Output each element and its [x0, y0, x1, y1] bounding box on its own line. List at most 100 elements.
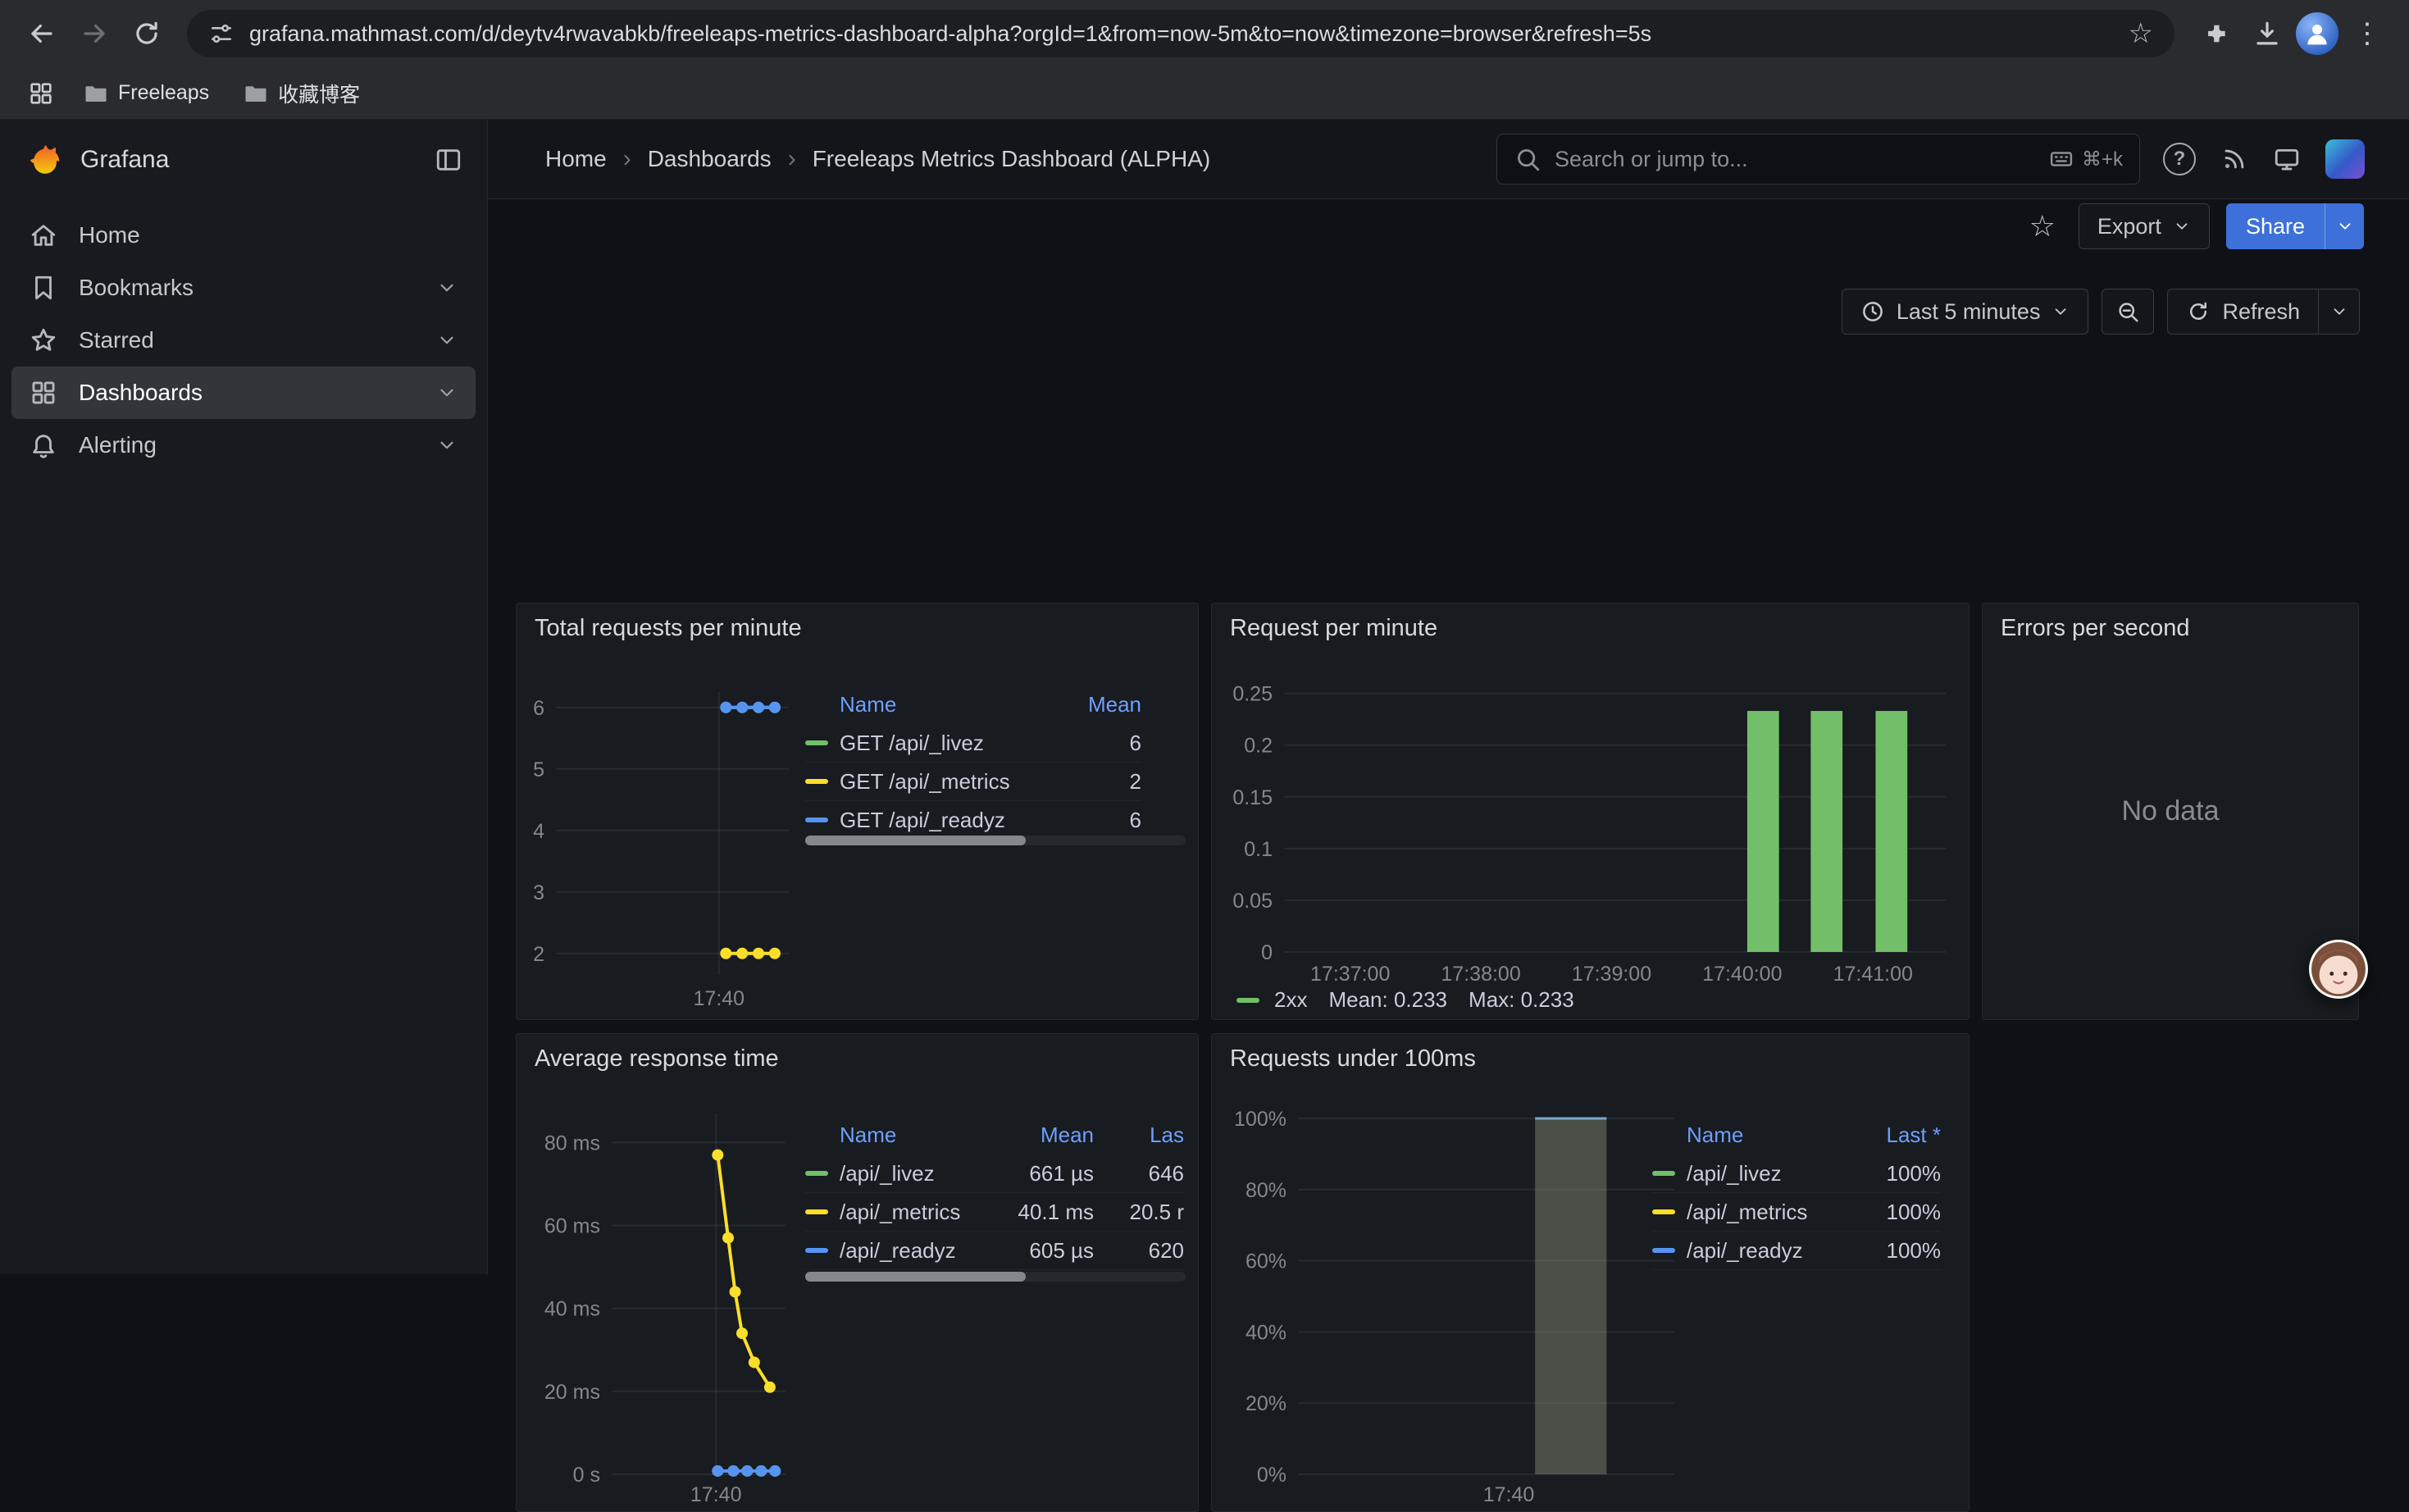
- site-info-icon[interactable]: [208, 20, 235, 47]
- export-button[interactable]: Export: [2079, 203, 2210, 249]
- legend-header-last[interactable]: Las: [1094, 1123, 1184, 1148]
- panel-title[interactable]: Requests under 100ms: [1230, 1045, 1476, 1073]
- bookmarks-bar: Freeleaps 收藏博客: [0, 67, 2409, 120]
- refresh-split-button: Refresh: [2167, 289, 2360, 335]
- series-swatch-blue: [805, 1248, 828, 1253]
- series-toggle[interactable]: /api/_livez: [805, 1161, 979, 1186]
- keyboard-icon: [2049, 147, 2074, 171]
- breadcrumb-current: Freeleaps Metrics Dashboard (ALPHA): [813, 146, 1211, 172]
- series-toggle[interactable]: /api/_metrics: [1652, 1200, 1851, 1225]
- legend-inline: 2xx Mean: 0.233 Max: 0.233: [1236, 987, 1574, 1013]
- share-label: Share: [2246, 214, 2305, 239]
- legend-row: GET /api/_metrics 2: [805, 763, 1141, 801]
- breadcrumb-home[interactable]: Home: [545, 146, 607, 172]
- svg-text:0.05: 0.05: [1232, 890, 1273, 913]
- series-toggle[interactable]: GET /api/_metrics: [805, 769, 1076, 795]
- bookmark-star-icon[interactable]: ☆: [2129, 17, 2153, 50]
- legend-row: /api/_readyz 100%: [1652, 1232, 1941, 1270]
- shortcut-text: ⌘+k: [2082, 148, 2123, 171]
- legend-header-name[interactable]: Name: [1687, 1123, 1743, 1148]
- sidebar-item-dashboards[interactable]: Dashboards: [11, 367, 476, 419]
- panel-title[interactable]: Total requests per minute: [535, 615, 802, 642]
- help-button[interactable]: ?: [2163, 143, 2196, 175]
- svg-text:0%: 0%: [1257, 1464, 1286, 1487]
- sidebar-item-label: Alerting: [79, 432, 157, 458]
- svg-text:2: 2: [533, 943, 544, 966]
- bookmark-folder-freeleaps[interactable]: Freeleaps: [72, 76, 221, 111]
- bookmark-folder-blogs[interactable]: 收藏博客: [232, 74, 371, 113]
- browser-reload-button[interactable]: [123, 10, 171, 57]
- address-bar[interactable]: ☆: [187, 10, 2174, 57]
- breadcrumb-dashboards[interactable]: Dashboards: [648, 146, 772, 172]
- topnav-icons: ?: [2163, 139, 2365, 179]
- grafana-logo[interactable]: [25, 140, 64, 180]
- browser-profile-avatar[interactable]: [2296, 12, 2338, 55]
- series-swatch-blue: [1652, 1248, 1675, 1253]
- svg-text:4: 4: [533, 820, 544, 843]
- top-nav: Home › Dashboards › Freeleaps Metrics Da…: [488, 120, 2409, 199]
- sidebar-item-label: Bookmarks: [79, 275, 194, 301]
- downloads-button[interactable]: [2243, 10, 2291, 57]
- time-range-picker[interactable]: Last 5 minutes: [1842, 289, 2089, 335]
- browser-back-button[interactable]: [18, 10, 66, 57]
- series-toggle[interactable]: GET /api/_livez: [805, 731, 1076, 756]
- svg-text:80%: 80%: [1245, 1179, 1286, 1202]
- panel-title[interactable]: Request per minute: [1230, 615, 1437, 642]
- series-swatch-green: [805, 1171, 828, 1176]
- extensions-button[interactable]: [2191, 10, 2238, 57]
- apps-grid-button[interactable]: [21, 74, 61, 113]
- assistant-avatar[interactable]: [2309, 940, 2368, 999]
- browser-menu-button[interactable]: ⋮: [2343, 10, 2391, 57]
- series-toggle[interactable]: /api/_livez: [1652, 1161, 1851, 1186]
- display-button[interactable]: [2273, 145, 2301, 173]
- series-toggle[interactable]: /api/_metrics: [805, 1200, 979, 1225]
- chevron-down-icon: [2052, 303, 2070, 321]
- bar-chart: 00.050.10.150.20.2517:37:0017:38:0017:39…: [1220, 669, 1954, 989]
- legend-header-mean[interactable]: Mean: [979, 1123, 1094, 1148]
- sidebar-item-home[interactable]: Home: [11, 209, 476, 262]
- refresh-interval-button[interactable]: [2319, 289, 2360, 335]
- sidebar-item-bookmarks[interactable]: Bookmarks: [11, 262, 476, 314]
- svg-text:0: 0: [1261, 941, 1273, 964]
- sidebar-item-alerting[interactable]: Alerting: [11, 419, 476, 471]
- legend-row: /api/_metrics 100%: [1652, 1193, 1941, 1232]
- search-box[interactable]: ⌘+k: [1496, 134, 2140, 184]
- browser-forward-button[interactable]: [71, 10, 118, 57]
- scrollbar-thumb[interactable]: [805, 1272, 1026, 1282]
- news-button[interactable]: [2220, 145, 2248, 173]
- series-toggle[interactable]: /api/_readyz: [1652, 1238, 1851, 1264]
- url-input[interactable]: [249, 21, 2114, 47]
- favorite-star-icon[interactable]: ☆: [2029, 209, 2056, 244]
- refresh-button[interactable]: Refresh: [2167, 289, 2319, 335]
- svg-text:17:40: 17:40: [694, 987, 745, 1010]
- folder-icon: [84, 81, 108, 106]
- sidebar-item-starred[interactable]: Starred: [11, 314, 476, 367]
- series-name[interactable]: 2xx: [1274, 987, 1307, 1013]
- search-input[interactable]: [1555, 147, 2036, 172]
- legend-row: /api/_livez 100%: [1652, 1154, 1941, 1193]
- share-button[interactable]: Share: [2226, 203, 2325, 249]
- legend-header-name[interactable]: Name: [840, 692, 896, 717]
- monitor-icon: [2273, 145, 2301, 173]
- share-menu-button[interactable]: [2325, 203, 2364, 249]
- chevron-down-icon: [436, 382, 458, 403]
- legend-header-name[interactable]: Name: [840, 1123, 896, 1148]
- svg-text:0 s: 0 s: [573, 1464, 600, 1487]
- series-toggle[interactable]: /api/_readyz: [805, 1238, 979, 1264]
- panel-average-response-time: Average response time 0 s20 ms40 ms60 ms…: [516, 1033, 1199, 1512]
- legend-header-last[interactable]: Last *: [1851, 1123, 1941, 1148]
- zoom-out-button[interactable]: [2102, 289, 2154, 335]
- search-shortcut: ⌘+k: [2049, 147, 2123, 171]
- star-icon: [30, 326, 57, 354]
- zoom-out-icon: [2115, 299, 2140, 324]
- bookmark-icon: [30, 274, 57, 302]
- svg-text:17:40: 17:40: [690, 1483, 742, 1506]
- time-range-label: Last 5 minutes: [1897, 299, 2041, 325]
- user-avatar[interactable]: [2325, 139, 2365, 179]
- legend-header-mean[interactable]: Mean: [1076, 692, 1141, 717]
- scrollbar-thumb[interactable]: [805, 836, 1026, 845]
- panel-title[interactable]: Average response time: [535, 1045, 779, 1073]
- series-toggle[interactable]: GET /api/_readyz: [805, 808, 1076, 833]
- sidebar-collapse-button[interactable]: [435, 146, 462, 174]
- panel-request-per-minute: Request per minute 00.050.10.150.20.2517…: [1211, 603, 1970, 1020]
